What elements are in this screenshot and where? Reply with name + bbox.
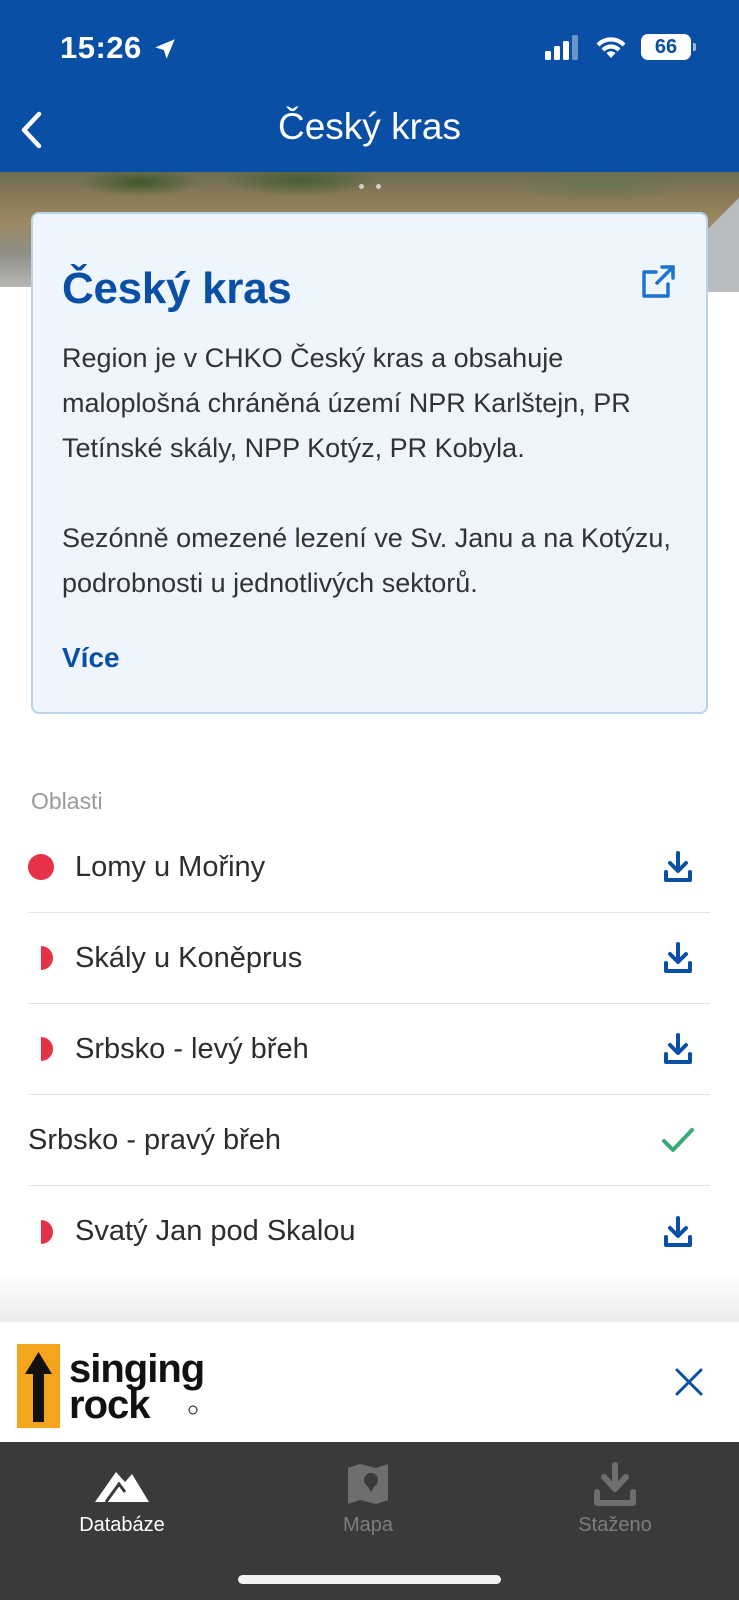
check-icon xyxy=(662,1128,694,1152)
tab-downloaded[interactable]: Staženo xyxy=(515,1462,715,1537)
download-button[interactable] xyxy=(658,1212,698,1252)
card-title: Český kras xyxy=(62,264,292,313)
battery-indicator: 66 xyxy=(641,34,696,60)
ad-brand-line2: rock xyxy=(69,1383,151,1427)
status-dot-half xyxy=(28,945,54,971)
area-name: Svatý Jan pod Skalou xyxy=(75,1215,356,1247)
tab-label: Databáze xyxy=(79,1514,165,1536)
area-name: Lomy u Mořiny xyxy=(75,850,266,883)
area-name: Srbsko - pravý břeh xyxy=(28,1123,282,1156)
status-indicators: 66 xyxy=(545,34,696,60)
tab-database[interactable]: Databáze xyxy=(22,1462,222,1537)
list-item[interactable]: Skály u Koněprus xyxy=(28,913,710,1004)
download-icon xyxy=(664,1215,692,1247)
pager-dot xyxy=(358,184,364,189)
download-button[interactable] xyxy=(658,847,698,887)
card-description: Region je v CHKO Český kras a obsahuje m… xyxy=(62,343,631,463)
photo-pager-dots xyxy=(0,184,739,189)
ad-shadow xyxy=(0,1272,739,1322)
download-icon xyxy=(594,1462,636,1506)
download-icon xyxy=(664,851,692,882)
list-item[interactable]: Srbsko - pravý břeh xyxy=(28,1095,710,1186)
app-header: 15:26 66 Český kras xyxy=(0,0,739,172)
mountain-icon xyxy=(95,1472,149,1503)
download-icon xyxy=(664,942,692,973)
more-link[interactable]: Více xyxy=(62,642,120,674)
location-arrow-icon xyxy=(155,39,175,59)
tab-map[interactable]: Mapa xyxy=(268,1462,468,1537)
tab-label: Mapa xyxy=(342,1514,394,1536)
status-dot-half xyxy=(28,1036,54,1062)
wifi-icon xyxy=(596,37,626,58)
close-icon[interactable] xyxy=(671,1364,707,1400)
list-item[interactable]: Svatý Jan pod Skalou xyxy=(28,1186,710,1277)
status-dot-half xyxy=(28,1219,54,1245)
tab-label: Staženo xyxy=(578,1514,652,1536)
download-icon xyxy=(664,1033,692,1064)
pager-dot xyxy=(375,184,381,189)
region-info-card: Český kras Region je v CHKO Český kras a… xyxy=(31,212,708,714)
download-button[interactable] xyxy=(658,938,698,978)
page-title: Český kras xyxy=(278,106,461,147)
download-button[interactable] xyxy=(658,1029,698,1069)
home-indicator xyxy=(238,1575,501,1584)
area-name: Srbsko - levý břeh xyxy=(75,1032,309,1065)
list-item[interactable]: Srbsko - levý břeh xyxy=(28,1004,710,1095)
status-dot-full xyxy=(28,854,54,880)
areas-list: Lomy u Mořiny Skály u Koněprus Srbsko - … xyxy=(28,822,710,1277)
list-item[interactable]: Lomy u Mořiny xyxy=(28,822,710,913)
card-seasonal-note: Sezónně omezené lezení ve Sv. Janu a na … xyxy=(62,523,671,598)
ad-banner[interactable]: singing rock xyxy=(0,1322,739,1442)
status-time: 15:26 xyxy=(60,30,142,65)
map-icon xyxy=(348,1464,388,1504)
downloaded-indicator xyxy=(658,1120,698,1160)
external-link-icon[interactable] xyxy=(638,262,678,302)
singing-rock-logo[interactable]: singing rock xyxy=(17,1342,277,1430)
areas-section-label: Oblasti xyxy=(31,788,103,814)
area-name: Skály u Koněprus xyxy=(75,941,303,974)
cellular-signal-icon xyxy=(545,35,578,60)
